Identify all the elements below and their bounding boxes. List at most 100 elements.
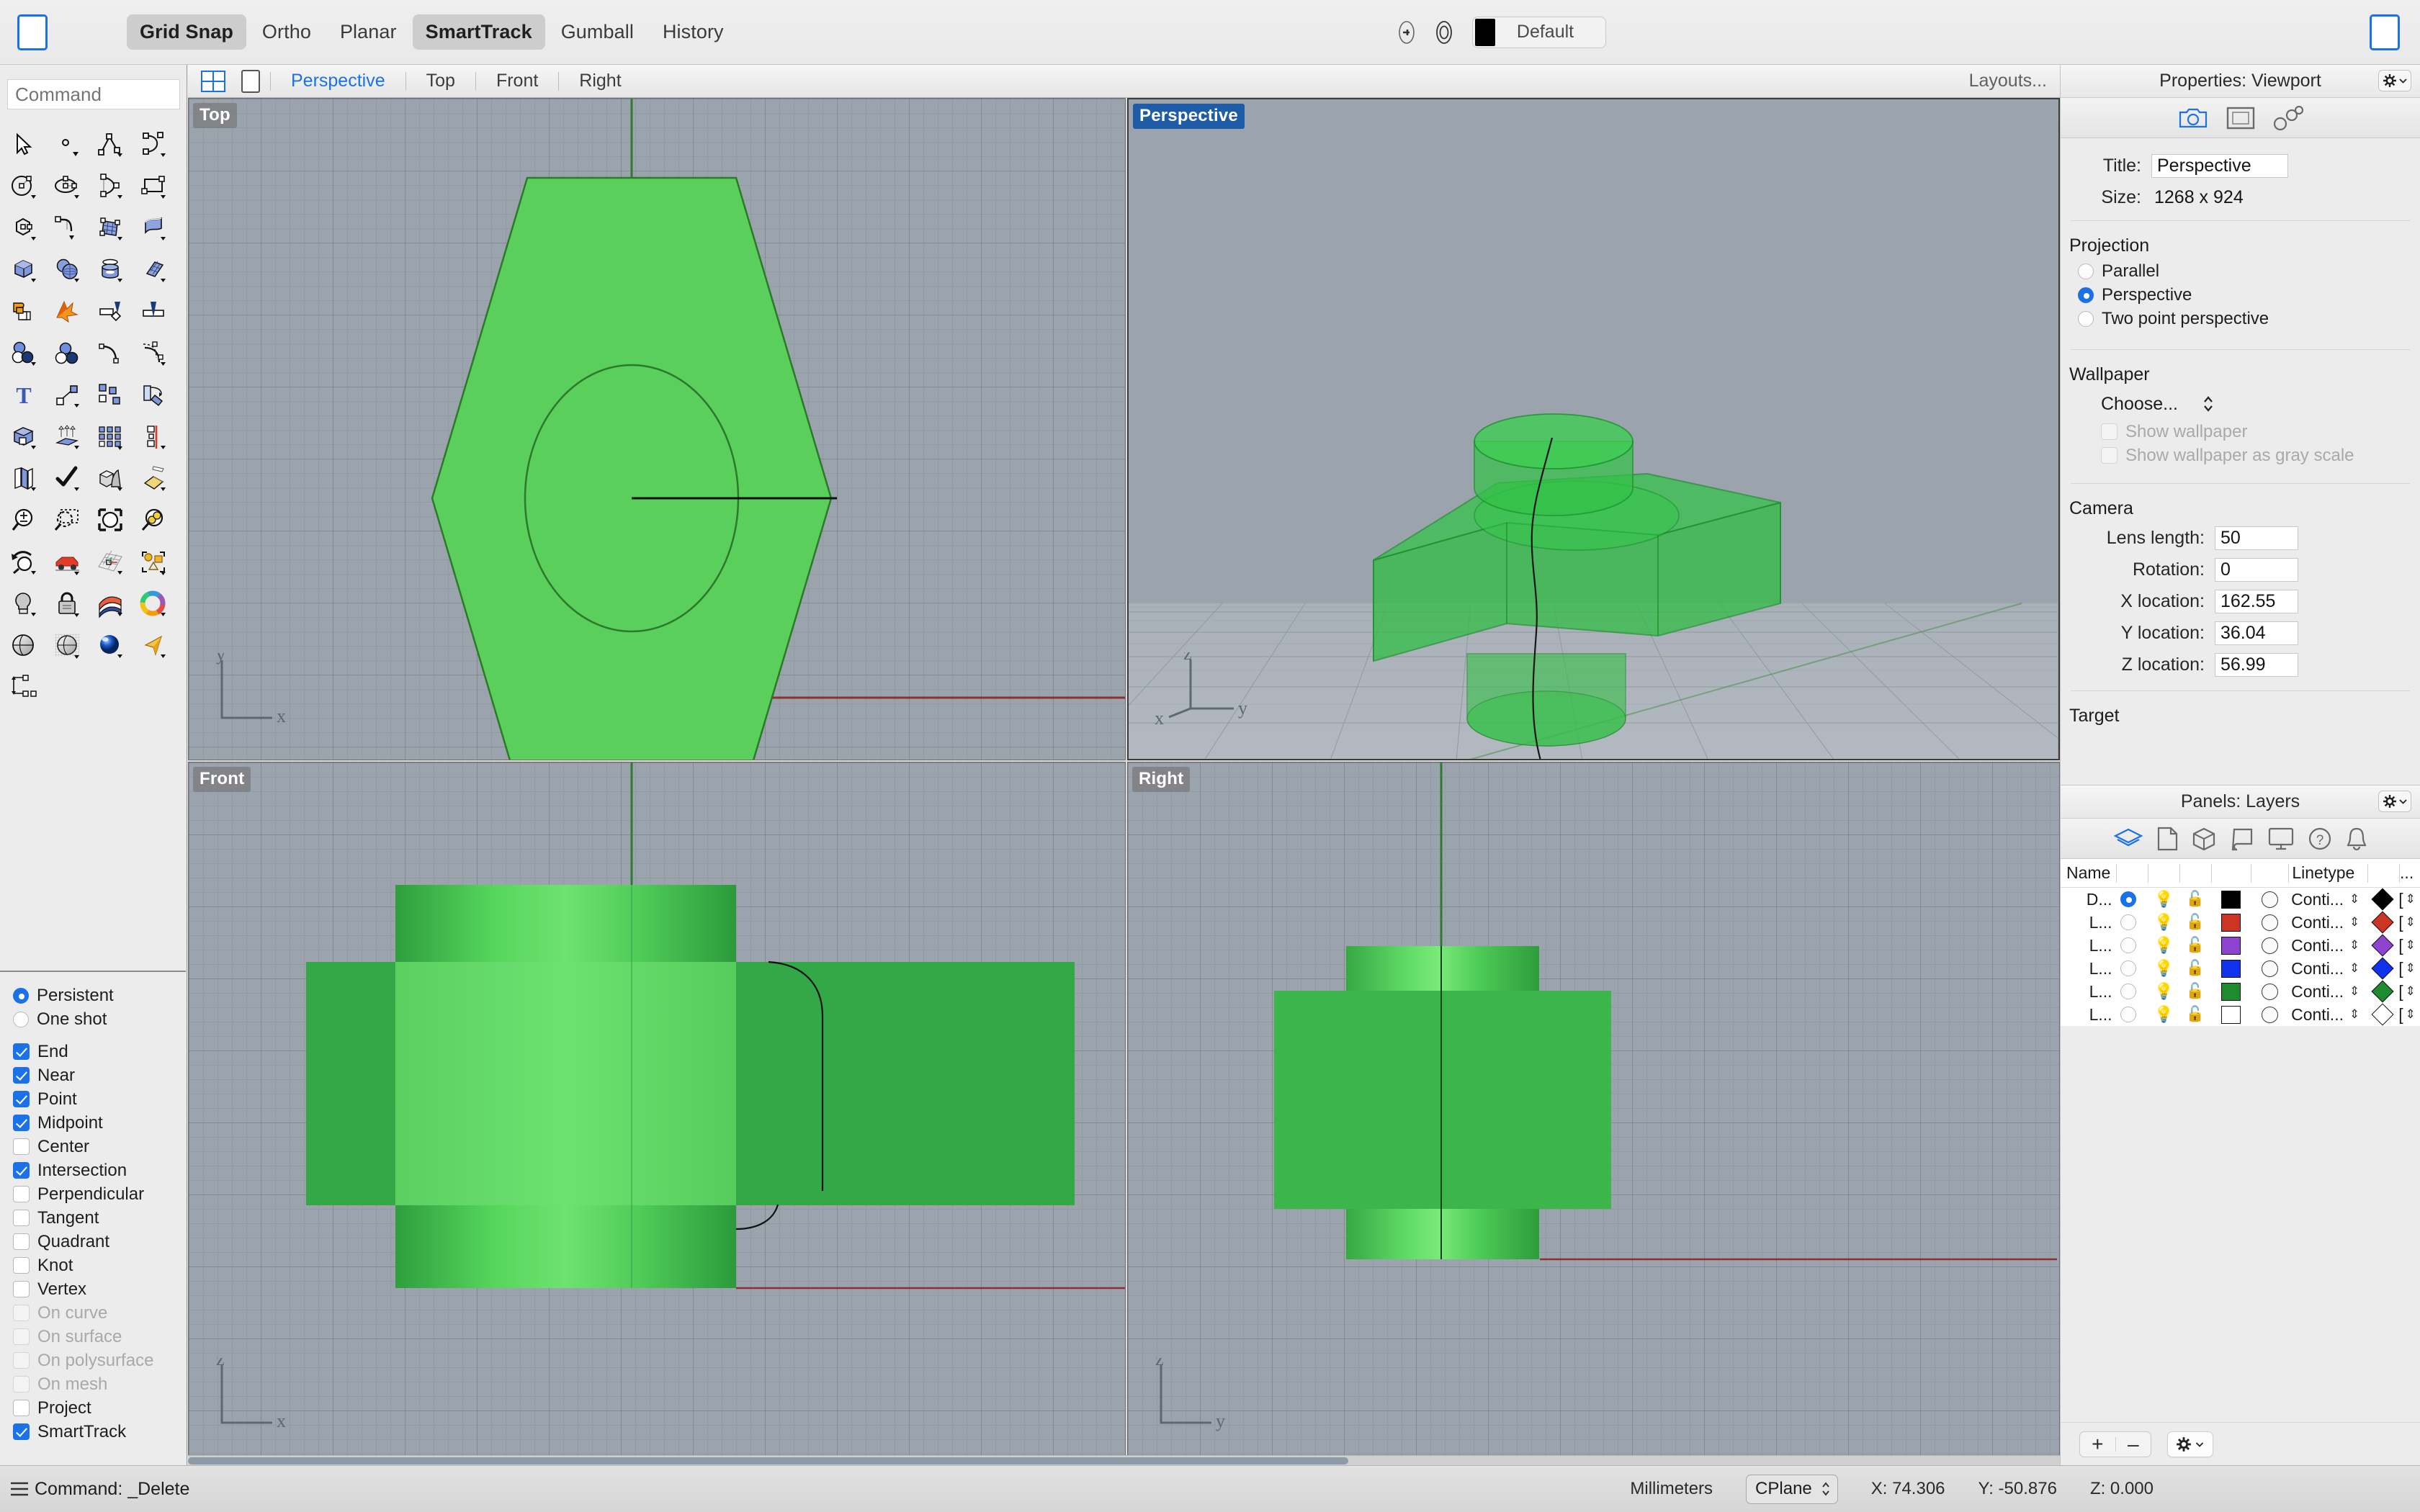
layer-color-swatch[interactable] [2221,1006,2241,1024]
osnap-project[interactable]: Project [13,1396,186,1420]
table-row[interactable]: L... 💡 🔓 Conti...⇕ [⇕ [2061,934,2420,957]
unlock-icon[interactable]: 🔓 [2186,983,2205,1000]
help-icon[interactable]: ? [2308,827,2332,851]
offset-curve-icon[interactable] [89,333,131,374]
shaded-view-icon[interactable] [3,625,45,667]
rotation-input[interactable] [2215,558,2298,582]
zoom-window-icon[interactable] [46,500,88,541]
current-layer-radio[interactable] [2120,1007,2136,1022]
color-wheel-icon[interactable] [133,583,174,625]
boolean-intersection-icon[interactable] [46,333,88,374]
light-bulb-icon[interactable]: 💡 [2154,936,2173,955]
light-bulb-icon[interactable]: 💡 [2154,959,2173,978]
linked-objects-icon[interactable] [2272,106,2304,130]
osnap-indicator-icon[interactable] [1390,16,1423,49]
boolean-union-icon[interactable] [3,291,45,333]
rendered-view-icon[interactable] [89,625,131,667]
osnap-point[interactable]: Point [13,1087,186,1111]
sphere-icon[interactable] [46,249,88,291]
column-header-name[interactable]: Name [2061,864,2117,883]
column-header-more[interactable]: ... [2400,863,2420,883]
wallpaper-choose-popup[interactable]: Choose... [2101,394,2214,415]
toggle-ortho[interactable]: Ortho [249,14,324,50]
scrollbar-thumb[interactable] [188,1457,1348,1464]
explode-icon[interactable] [46,291,88,333]
rectangle-icon[interactable] [133,166,174,207]
print-width-stepper-icon[interactable]: ⇕ [2406,894,2416,904]
osnap-midpoint[interactable]: Midpoint [13,1111,186,1135]
text-icon[interactable]: T [3,374,45,416]
linetype-stepper-icon[interactable]: ⇕ [2349,917,2360,927]
unlock-icon[interactable]: 🔓 [2186,960,2205,977]
layers-options-gear-button[interactable] [2167,1431,2213,1457]
extrude-icon[interactable] [46,416,88,458]
current-layer-radio[interactable] [2120,984,2136,999]
horizontal-scrollbar[interactable] [188,1455,2060,1465]
print-width-stepper-icon[interactable]: ⇕ [2406,1009,2416,1020]
linetype-stepper-icon[interactable]: ⇕ [2349,963,2360,973]
layer-material-icon[interactable] [2262,984,2278,1000]
cylinder-icon[interactable] [89,249,131,291]
current-layer-radio[interactable] [2120,937,2136,953]
boolean-difference-icon[interactable] [3,333,45,374]
osnap-knot[interactable]: Knot [13,1254,186,1277]
select-arrow-icon[interactable] [3,124,45,166]
split-icon[interactable] [89,291,131,333]
fillet-curve-icon[interactable] [46,207,88,249]
osnap-perpendicular[interactable]: Perpendicular [13,1182,186,1206]
toggle-gumball[interactable]: Gumball [548,14,647,50]
linetype-stepper-icon[interactable]: ⇕ [2349,1009,2360,1020]
layer-print-color-swatch[interactable] [2372,980,2394,1002]
zoom-extents-icon[interactable] [89,500,131,541]
column-header-linetype[interactable]: Linetype [2289,864,2368,883]
osnap-vertex[interactable]: Vertex [13,1277,186,1301]
osnap-near[interactable]: Near [13,1063,186,1087]
lens-length-input[interactable] [2215,526,2298,550]
osnap-mode-persistent[interactable]: Persistent [13,984,186,1007]
toggle-smarttrack[interactable]: SmartTrack [413,14,545,50]
rebuild-icon[interactable] [46,374,88,416]
osnap-intersection[interactable]: Intersection [13,1158,186,1182]
linetype-stepper-icon[interactable]: ⇕ [2349,894,2360,904]
object-properties-icon[interactable] [2191,827,2217,851]
column-header-visible[interactable] [2148,864,2180,883]
mirror-icon[interactable] [133,416,174,458]
x-location-input[interactable] [2215,590,2298,613]
viewport-tab-perspective[interactable]: Perspective [281,71,395,91]
remove-layer-button[interactable]: – [2116,1433,2151,1456]
column-header-locked[interactable] [2180,864,2212,883]
layer-print-color-swatch[interactable] [2372,911,2394,933]
viewport-front[interactable]: Front [188,762,1126,1465]
dimension-icon[interactable] [3,667,45,708]
viewport-top[interactable]: Top y x [188,98,1126,760]
layer-material-icon[interactable] [2262,1007,2278,1023]
projection-perspective[interactable]: Perspective [2061,283,2420,307]
layers-icon[interactable] [2113,827,2143,850]
viewport-tab-front[interactable]: Front [486,71,548,91]
y-location-input[interactable] [2215,621,2298,645]
layer-print-color-swatch[interactable] [2372,934,2394,956]
linetype-stepper-icon[interactable]: ⇕ [2349,986,2360,996]
cplane-icon[interactable] [89,541,131,583]
pan-icon[interactable] [46,541,88,583]
select-objects-icon[interactable] [133,541,174,583]
viewport-perspective[interactable]: Perspective [1127,98,2060,760]
osnap-tangent[interactable]: Tangent [13,1206,186,1230]
ghosted-view-icon[interactable] [46,625,88,667]
document-properties-icon[interactable] [2156,827,2178,851]
cplane-selector[interactable]: CPlane [1746,1475,1838,1504]
table-row[interactable]: L... 💡 🔓 Conti...⇕ [⇕ [2061,957,2420,980]
display-icon[interactable] [2267,827,2295,851]
print-width-stepper-icon[interactable]: ⇕ [2406,940,2416,950]
curve-icon[interactable] [133,124,174,166]
unlock-icon[interactable]: 🔓 [2186,937,2205,954]
circle-icon[interactable] [3,166,45,207]
command-input[interactable] [7,79,180,109]
check-icon[interactable] [46,458,88,500]
viewport-tab-right[interactable]: Right [569,71,631,91]
viewport-title-input[interactable] [2151,154,2288,178]
linetype-stepper-icon[interactable]: ⇕ [2349,940,2360,950]
notifications-icon[interactable] [2345,827,2368,851]
properties-panel-gear-button[interactable] [2378,70,2411,91]
column-header-print-color[interactable] [2368,864,2400,883]
